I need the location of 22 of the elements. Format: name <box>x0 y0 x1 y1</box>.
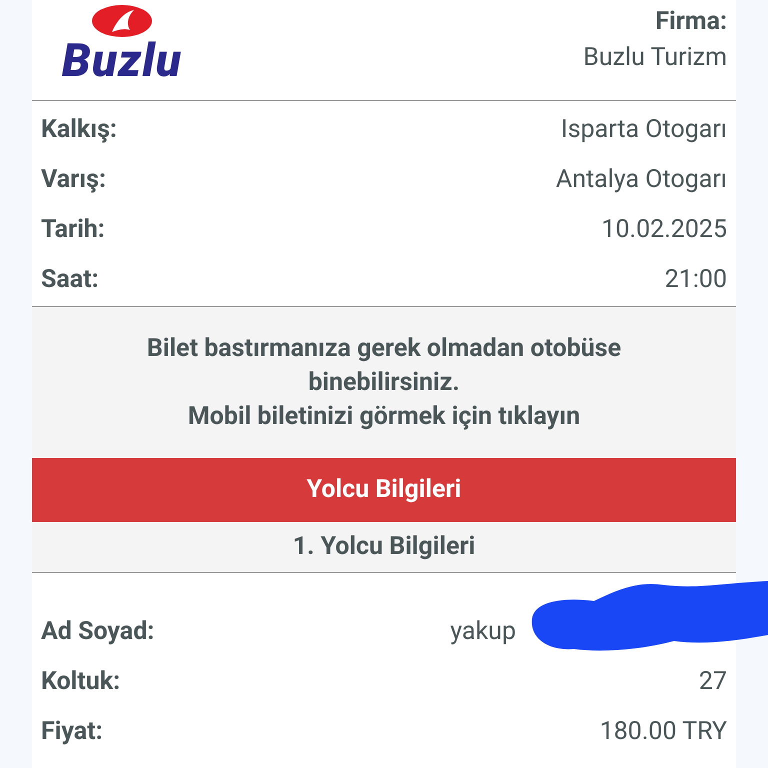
field-value: 21:00 <box>664 264 727 296</box>
field-value: 10.02.2025 <box>601 214 727 246</box>
field-label: Varış: <box>41 164 106 196</box>
field-label: Fiyat: <box>41 716 103 748</box>
logo-icon <box>90 4 154 38</box>
field-label: Tarih: <box>41 214 105 246</box>
field-value: yakup <box>450 616 516 648</box>
field-label: Koltuk: <box>41 666 120 698</box>
field-value: Buzlu Turizm <box>583 42 727 74</box>
field-value: 180.00 TRY <box>600 716 727 748</box>
logo-text: Buzlu <box>62 38 182 84</box>
field-label: Firma: <box>655 6 727 38</box>
field-value: Antalya Otogarı <box>556 164 727 196</box>
field-value: 27 <box>698 666 727 698</box>
field-label: Saat: <box>41 264 99 296</box>
notice-text: Bilet bastırmanıza gerek olmadan otobüse binebilirsiniz. <box>146 332 622 398</box>
field-label: Ad Soyad: <box>41 616 154 648</box>
section-header: Yolcu Bilgileri <box>32 458 736 522</box>
field-label: Kalkış: <box>41 114 117 146</box>
notice-text[interactable]: Mobil biletinizi görmek için tıklayın <box>188 400 580 434</box>
field-value: Isparta Otogarı <box>560 114 727 146</box>
subsection-header: 1. Yolcu Bilgileri <box>32 522 736 573</box>
